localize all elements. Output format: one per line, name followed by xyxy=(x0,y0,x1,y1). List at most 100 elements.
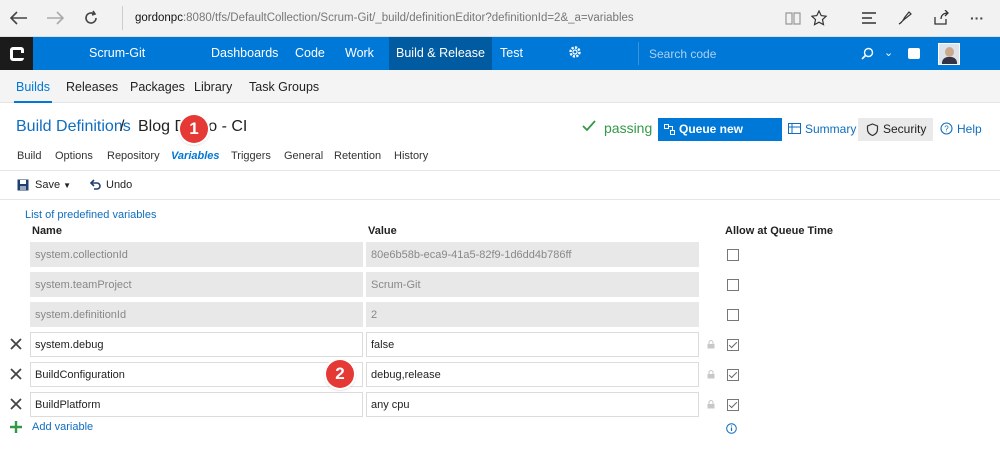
callout-badge-1: 1 xyxy=(180,115,208,143)
shield-icon xyxy=(866,123,879,136)
variable-name-cell: system.teamProject xyxy=(30,272,363,297)
tab-options[interactable]: Options xyxy=(55,150,93,162)
check-icon xyxy=(582,120,596,132)
info-icon[interactable] xyxy=(726,423,737,434)
summary-icon xyxy=(788,123,801,134)
security-label: Security xyxy=(883,122,927,136)
summary-link[interactable]: Summary xyxy=(788,122,856,136)
help-label: Help xyxy=(957,122,982,136)
nav-test[interactable]: Test xyxy=(493,37,530,70)
variable-name-input[interactable]: system.debug xyxy=(30,332,363,357)
plus-icon xyxy=(10,421,22,433)
nav-code[interactable]: Code xyxy=(288,37,332,70)
hub-releases[interactable]: Releases xyxy=(66,70,118,103)
reading-view-icon[interactable] xyxy=(780,6,806,30)
queue-build-icon xyxy=(664,124,675,135)
nav-work[interactable]: Work xyxy=(338,37,381,70)
save-label: Save xyxy=(35,179,61,191)
lock-icon[interactable] xyxy=(707,340,715,349)
toolbar-divider xyxy=(0,199,1000,200)
variable-value-input[interactable]: false xyxy=(366,332,699,357)
allow-queue-time-checkbox[interactable] xyxy=(727,309,739,321)
column-header-allow-queue-time: Allow at Queue Time xyxy=(725,225,833,237)
allow-queue-time-checkbox[interactable] xyxy=(727,279,739,291)
tab-history[interactable]: History xyxy=(394,150,428,162)
tab-build[interactable]: Build xyxy=(17,150,41,162)
favorite-star-icon[interactable] xyxy=(806,6,832,30)
undo-label: Undo xyxy=(106,179,133,191)
avatar[interactable] xyxy=(938,43,960,65)
hub-icon[interactable] xyxy=(856,6,882,30)
add-variable-button[interactable]: Add variable xyxy=(10,421,93,433)
variable-value-input[interactable]: any cpu xyxy=(366,392,699,417)
allow-queue-time-checkbox[interactable] xyxy=(727,339,739,351)
breadcrumb-separator: / xyxy=(120,118,125,135)
hub-library[interactable]: Library xyxy=(194,70,232,103)
column-header-name: Name xyxy=(32,225,62,237)
tab-retention[interactable]: Retention xyxy=(334,150,381,162)
queue-button-label: Queue new build... xyxy=(679,122,744,159)
variable-name-cell: system.collectionId xyxy=(30,242,363,267)
delete-variable-icon[interactable] xyxy=(10,368,22,380)
delete-variable-icon[interactable] xyxy=(10,338,22,350)
project-name[interactable]: Scrum-Git xyxy=(89,37,145,70)
summary-label: Summary xyxy=(805,122,857,136)
more-icon[interactable]: ··· xyxy=(964,6,990,30)
callout-badge-2: 2 xyxy=(326,360,354,388)
variable-value-cell: Scrum-Git xyxy=(366,272,699,297)
marketplace-icon[interactable] xyxy=(908,48,920,59)
undo-icon xyxy=(89,179,101,190)
allow-queue-time-checkbox[interactable] xyxy=(727,249,739,261)
url-host: gordonpc xyxy=(135,12,183,24)
build-status[interactable]: passing xyxy=(604,120,652,136)
tabs-divider xyxy=(0,170,1000,171)
share-icon[interactable] xyxy=(928,6,954,30)
save-icon xyxy=(17,179,29,191)
lock-icon[interactable] xyxy=(707,370,715,379)
hub-builds[interactable]: Builds xyxy=(13,70,53,103)
column-header-value: Value xyxy=(368,225,397,237)
security-button[interactable]: Security xyxy=(858,118,933,141)
back-icon[interactable] xyxy=(6,6,32,30)
add-variable-label: Add variable xyxy=(32,421,94,433)
tab-general[interactable]: General xyxy=(284,150,323,162)
predefined-variables-link[interactable]: List of predefined variables xyxy=(25,209,156,221)
search-icon[interactable] xyxy=(861,47,874,60)
delete-variable-icon[interactable] xyxy=(10,398,22,410)
forward-icon[interactable] xyxy=(42,6,68,30)
address-bar[interactable]: gordonpc:8080/tfs/DefaultCollection/Scru… xyxy=(122,6,762,30)
vsts-logo-icon[interactable] xyxy=(0,37,33,70)
hub-packages[interactable]: Packages xyxy=(130,70,185,103)
chevron-down-icon[interactable]: ⌄ xyxy=(884,46,893,59)
undo-button[interactable]: Undo xyxy=(89,179,132,191)
allow-queue-time-checkbox[interactable] xyxy=(727,369,739,381)
save-button[interactable]: Save ▼ xyxy=(17,179,71,191)
hub-bar: Builds Releases Packages Library Task Gr… xyxy=(0,70,1000,103)
variable-value-cell: 80e6b58b-eca9-41a5-82f9-1d6dd4b786ff xyxy=(366,242,699,267)
gear-icon[interactable] xyxy=(568,45,582,59)
tab-triggers[interactable]: Triggers xyxy=(231,150,271,162)
variable-name-input[interactable]: BuildPlatform xyxy=(30,392,363,417)
hub-task-groups[interactable]: Task Groups xyxy=(249,70,319,103)
allow-queue-time-checkbox[interactable] xyxy=(727,399,739,411)
search-input[interactable] xyxy=(639,42,839,65)
tab-variables[interactable]: Variables xyxy=(171,150,220,162)
nav-dashboards[interactable]: Dashboards xyxy=(204,37,285,70)
notes-icon[interactable] xyxy=(892,6,918,30)
nav-build-release[interactable]: Build & Release xyxy=(389,37,492,70)
variable-value-input[interactable]: debug,release xyxy=(366,362,699,387)
help-link[interactable]: ? Help xyxy=(940,122,982,136)
browser-toolbar: gordonpc:8080/tfs/DefaultCollection/Scru… xyxy=(0,0,1000,37)
variable-name-input[interactable]: BuildConfiguration xyxy=(30,362,363,387)
refresh-icon[interactable] xyxy=(78,6,104,30)
tab-repository[interactable]: Repository xyxy=(107,150,160,162)
url-path: :8080/tfs/DefaultCollection/Scrum-Git/_b… xyxy=(182,12,634,24)
svg-text:?: ? xyxy=(944,125,949,134)
breadcrumb-build-definitions[interactable]: Build Definitions xyxy=(16,118,131,136)
lock-icon[interactable] xyxy=(707,400,715,409)
search-box: ⌄ xyxy=(638,42,896,65)
queue-new-build-button[interactable]: Queue new build... xyxy=(658,118,782,159)
top-navigation: Scrum-Git Dashboards Code Work Build & R… xyxy=(0,37,1000,70)
save-dropdown-chevron-icon[interactable]: ▼ xyxy=(63,181,71,190)
help-icon: ? xyxy=(940,122,953,135)
